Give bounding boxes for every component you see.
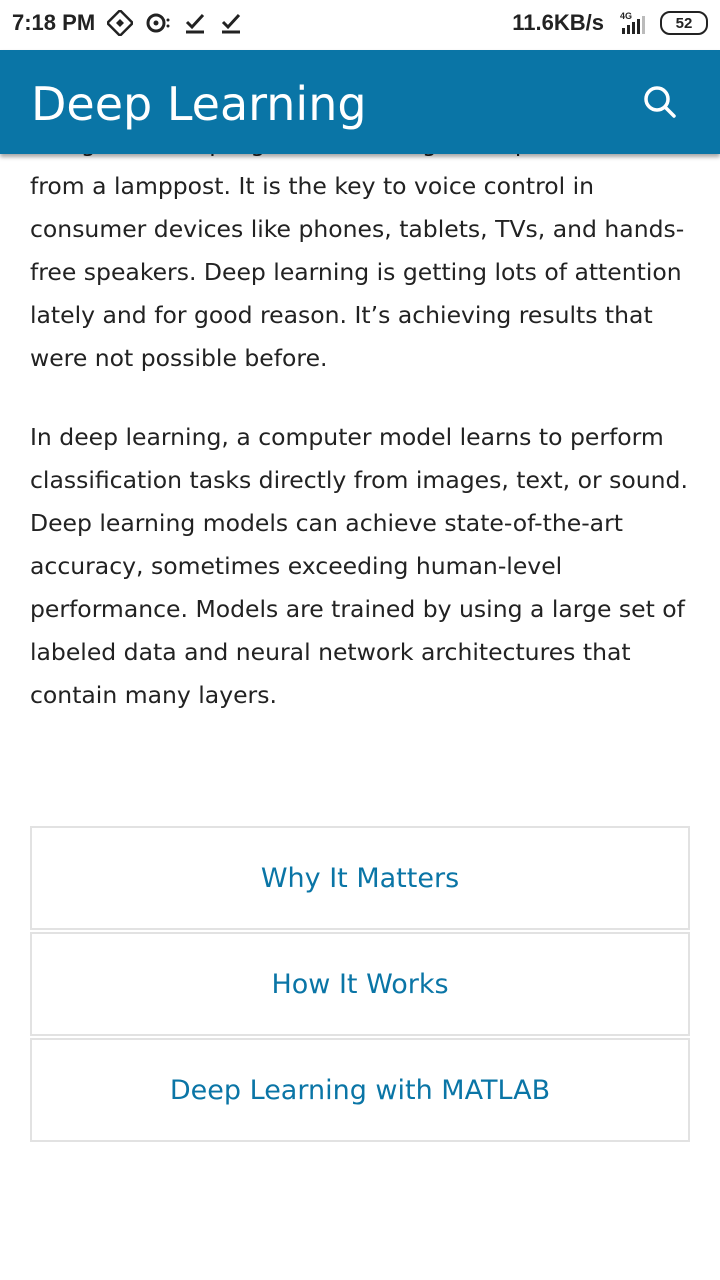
how-it-works-link[interactable]: How It Works	[30, 932, 690, 1036]
article-paragraph: In deep learning, a computer model learn…	[30, 423, 688, 709]
status-bar: 7:18 PM 11.6KB/s 4G 52	[0, 0, 720, 50]
sync-icon	[145, 12, 171, 34]
download-done-icon	[219, 11, 243, 35]
signal-icon: 4G	[614, 10, 650, 36]
search-icon	[644, 86, 676, 118]
article-body: recognize a stop sign, or to distinguish…	[30, 154, 690, 717]
topic-links: Why It Matters How It Works Deep Learnin…	[30, 826, 690, 1144]
status-right: 11.6KB/s 4G 52	[512, 10, 708, 36]
network-type-label: 4G	[620, 11, 632, 21]
battery-level: 52	[675, 14, 693, 32]
battery-icon: 52	[660, 11, 708, 35]
article-content[interactable]: recognize a stop sign, or to distinguish…	[0, 154, 720, 1280]
why-it-matters-link[interactable]: Why It Matters	[30, 826, 690, 930]
search-button[interactable]	[640, 82, 680, 122]
compass-icon	[107, 10, 134, 36]
app-header: Deep Learning	[0, 50, 720, 154]
network-speed: 11.6KB/s	[512, 10, 604, 35]
nav-card-label: Why It Matters	[260, 862, 460, 894]
article-paragraph: recognize a stop sign, or to distinguish…	[30, 154, 685, 372]
download-done-icon	[183, 11, 207, 35]
page-title: Deep Learning	[31, 77, 367, 131]
status-left: 7:18 PM	[12, 10, 243, 36]
status-time: 7:18 PM	[12, 10, 96, 35]
nav-card-label: How It Works	[271, 968, 449, 1000]
nav-card-label: Deep Learning with MATLAB	[169, 1074, 551, 1106]
deep-learning-with-matlab-link[interactable]: Deep Learning with MATLAB	[30, 1038, 690, 1142]
